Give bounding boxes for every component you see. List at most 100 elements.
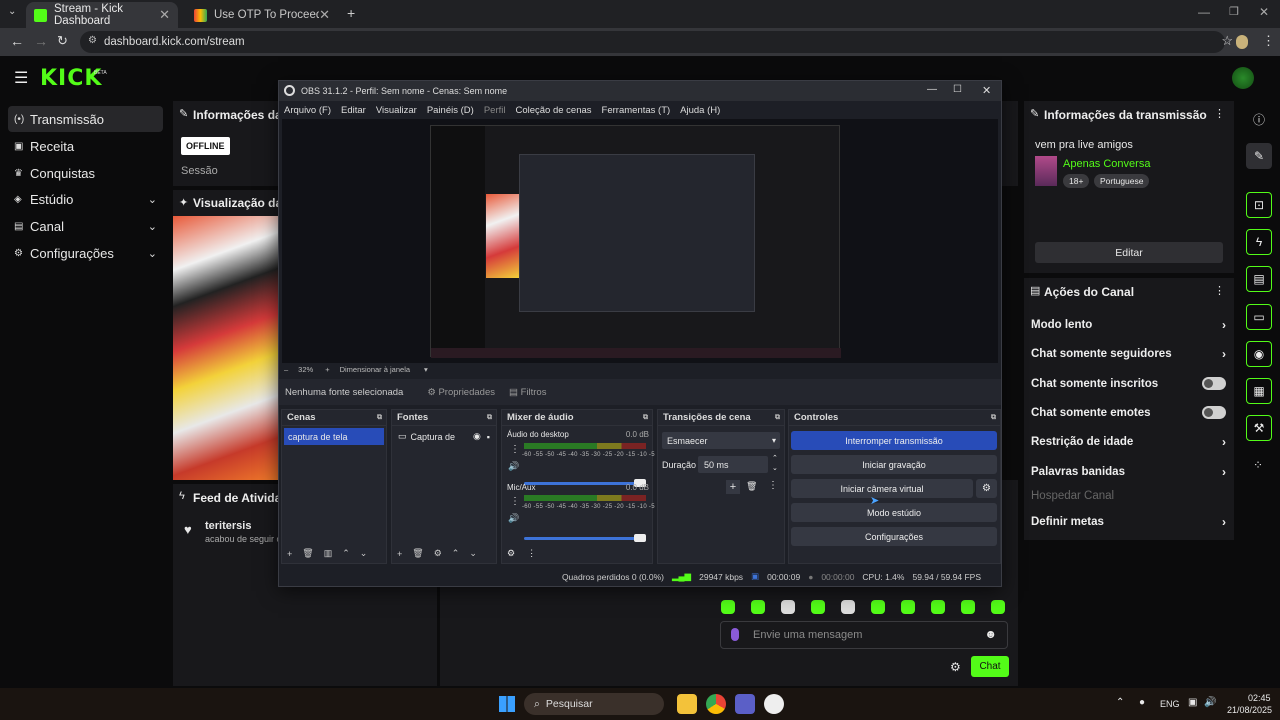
scene-filters-icon[interactable]: ▥: [324, 548, 333, 559]
move-down-icon[interactable]: ⌄: [469, 548, 477, 559]
emote-icon[interactable]: [931, 600, 945, 614]
properties-button[interactable]: ⚙ Propriedades: [427, 387, 495, 398]
document-icon[interactable]: ▤: [1246, 266, 1272, 292]
transition-select[interactable]: Esmaecer ▾: [662, 432, 780, 449]
emote-icon[interactable]: [901, 600, 915, 614]
sidebar-item-canal[interactable]: ▤ Canal ⌄: [8, 213, 163, 239]
zoom-in-icon[interactable]: +: [325, 365, 329, 374]
url-input[interactable]: ⚙ dashboard.kick.com/stream ☆: [80, 31, 1233, 53]
hamburger-menu-icon[interactable]: ☰: [14, 68, 28, 88]
tray-mic-icon[interactable]: ●: [1139, 697, 1145, 708]
menu-perfil[interactable]: Perfil: [484, 105, 506, 116]
back-arrow-icon[interactable]: ←: [10, 33, 24, 49]
sidebar-item-estudio[interactable]: ◈ Estúdio ⌄: [8, 186, 163, 212]
spin-down-icon[interactable]: ⌄: [772, 464, 778, 472]
obs-preview-canvas[interactable]: [282, 119, 998, 363]
tab-otp[interactable]: Use OTP To Proceed - go81233 ✕: [186, 2, 338, 28]
tray-chevron-up-icon[interactable]: ⌃: [1116, 697, 1124, 708]
source-properties-gear-icon[interactable]: ⚙: [434, 548, 442, 559]
trash-icon[interactable]: 🗑: [746, 481, 757, 492]
menu-colecao-cenas[interactable]: Coleção de cenas: [515, 105, 591, 116]
source-item[interactable]: ▭ Captura de ◉ ▪: [394, 428, 494, 445]
action-definir-metas[interactable]: Definir metas ›: [1031, 515, 1226, 529]
teams-icon[interactable]: [735, 694, 755, 714]
emoji-picker-icon[interactable]: ☻: [984, 627, 997, 641]
restore-window-icon[interactable]: ❐: [1229, 5, 1239, 18]
advanced-audio-icon[interactable]: ⚙: [507, 548, 515, 559]
dock-float-icon[interactable]: ⧉: [775, 414, 780, 422]
broadcast-icon[interactable]: ◉: [1246, 341, 1272, 367]
lightning-icon[interactable]: ϟ: [1246, 229, 1272, 255]
start-recording-button[interactable]: Iniciar gravação: [791, 455, 997, 474]
obs-taskbar-icon[interactable]: [764, 694, 784, 714]
resize-mode-select[interactable]: Dimensionar à janela: [340, 365, 410, 374]
obs-maximize-icon[interactable]: ☐: [953, 84, 962, 95]
add-source-icon[interactable]: +: [397, 549, 402, 559]
volume-slider[interactable]: [524, 534, 646, 542]
tray-volume-icon[interactable]: 🔊: [1204, 697, 1216, 708]
transition-menu-icon[interactable]: ⋮: [768, 480, 778, 491]
studio-mode-button[interactable]: Modo estúdio: [791, 503, 997, 522]
reload-icon[interactable]: ↻: [57, 33, 68, 49]
visibility-eye-icon[interactable]: ◉: [473, 431, 481, 442]
move-down-icon[interactable]: ⌄: [360, 548, 368, 559]
menu-paineis[interactable]: Painéis (D): [427, 105, 474, 116]
profile-avatar-icon[interactable]: [1236, 35, 1248, 49]
filters-button[interactable]: ▤ Filtros: [509, 387, 547, 398]
settings-button[interactable]: Configurações: [791, 527, 997, 546]
bookmark-star-icon[interactable]: ☆: [1221, 33, 1233, 49]
chat-input[interactable]: Envie uma mensagem ☻: [720, 621, 1008, 649]
emote-icon[interactable]: [841, 600, 855, 614]
more-options-icon[interactable]: ⋮: [1214, 284, 1225, 297]
sidebar-item-receita[interactable]: ▣ Receita: [8, 133, 163, 159]
close-tab-icon[interactable]: ✕: [159, 7, 170, 23]
zoom-out-icon[interactable]: –: [284, 365, 288, 374]
emote-icon[interactable]: [991, 600, 1005, 614]
user-avatar[interactable]: [1232, 67, 1254, 89]
chat-bubble-icon[interactable]: ▭: [1246, 304, 1272, 330]
menu-editar[interactable]: Editar: [341, 105, 366, 116]
language-indicator[interactable]: ENG: [1160, 699, 1180, 709]
clock-time[interactable]: 02:45: [1248, 693, 1271, 703]
close-tab-icon[interactable]: ✕: [319, 7, 330, 23]
dock-float-icon[interactable]: ⧉: [487, 414, 492, 422]
move-up-icon[interactable]: ⌃: [452, 548, 460, 559]
emote-icon[interactable]: [751, 600, 765, 614]
mixer-menu-icon[interactable]: ⋮: [527, 548, 536, 559]
obs-close-icon[interactable]: ✕: [982, 84, 991, 97]
emote-icon[interactable]: [871, 600, 885, 614]
close-window-icon[interactable]: ✕: [1259, 5, 1269, 19]
clock-date[interactable]: 21/08/2025: [1227, 705, 1272, 715]
duration-input[interactable]: 50 ms: [698, 456, 768, 473]
emote-icon[interactable]: [811, 600, 825, 614]
stop-streaming-button[interactable]: Interromper transmissão: [791, 431, 997, 450]
start-virtual-camera-button[interactable]: Iniciar câmera virtual: [791, 479, 973, 498]
chat-settings-gear-icon[interactable]: ⚙: [950, 660, 961, 674]
action-palavras-banidas[interactable]: Palavras banidas ›: [1031, 465, 1226, 479]
wrench-icon[interactable]: ⚒: [1246, 415, 1272, 441]
edit-button[interactable]: Editar: [1035, 242, 1223, 263]
scene-item[interactable]: captura de tela: [284, 428, 384, 445]
dock-float-icon[interactable]: ⧉: [377, 414, 382, 422]
file-explorer-icon[interactable]: [677, 694, 697, 714]
info-circle-icon[interactable]: ⓘ: [1253, 111, 1265, 128]
trash-icon[interactable]: 🗑: [412, 548, 423, 559]
toggle-switch[interactable]: [1202, 406, 1226, 419]
new-tab-plus-icon[interactable]: +: [347, 5, 355, 21]
action-chat-seguidores[interactable]: Chat somente seguidores ›: [1031, 347, 1226, 361]
move-up-icon[interactable]: ⌃: [342, 548, 350, 559]
apps-icon[interactable]: ⁘: [1253, 458, 1263, 472]
speaker-icon[interactable]: 🔊: [508, 461, 519, 472]
sidebar-item-configuracoes[interactable]: ⚙ Configurações ⌄: [8, 240, 163, 266]
speaker-icon[interactable]: 🔊: [508, 513, 519, 524]
tab-kick-dashboard[interactable]: Stream - Kick Dashboard ✕: [26, 2, 178, 28]
chat-send-button[interactable]: Chat: [971, 656, 1009, 677]
emote-icon[interactable]: [961, 600, 975, 614]
chrome-icon[interactable]: [706, 694, 726, 714]
browser-menu-icon[interactable]: ⋮: [1262, 33, 1275, 49]
emote-icon[interactable]: [781, 600, 795, 614]
action-modo-lento[interactable]: Modo lento ›: [1031, 318, 1226, 332]
menu-visualizar[interactable]: Visualizar: [376, 105, 417, 116]
trash-icon[interactable]: 🗑: [302, 548, 313, 559]
emote-icon[interactable]: [721, 600, 735, 614]
